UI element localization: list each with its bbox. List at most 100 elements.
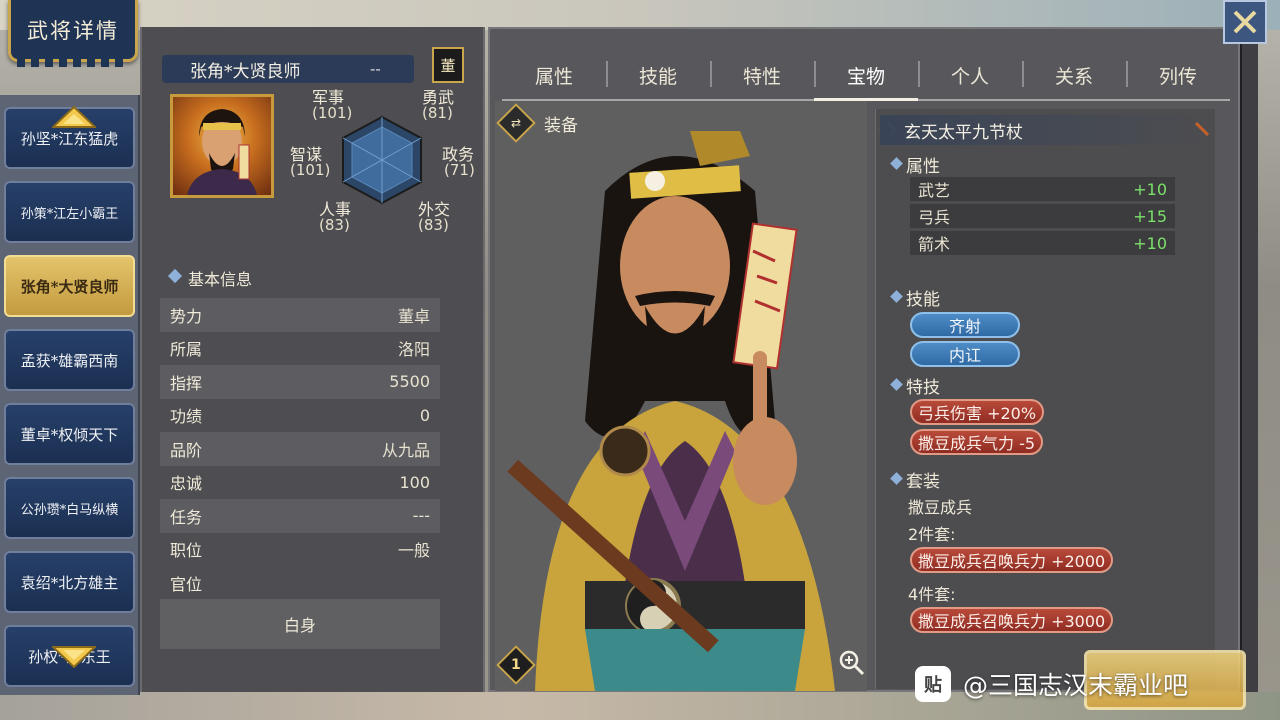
stat-intellect-value: (101) xyxy=(290,161,331,179)
info-row-label: 所属 xyxy=(170,340,203,360)
attr-value: +10 xyxy=(1133,233,1167,253)
faction-badge: 董 xyxy=(432,47,464,83)
roster-item-meng-huo[interactable]: 孟获*雄霸西南 xyxy=(4,329,135,391)
attr-row-martial: 武艺 +10 xyxy=(910,177,1175,201)
attr-label: 弓兵 xyxy=(918,208,951,227)
info-row-value: 洛阳 xyxy=(397,340,430,360)
brush-icon xyxy=(1194,121,1210,137)
special-pill-summon-morale[interactable]: 撒豆成兵气力 -5 xyxy=(910,429,1044,455)
section-diamond-icon xyxy=(167,268,183,284)
tab-personal[interactable]: 个人 xyxy=(918,51,1022,99)
general-portrait-thumbnail xyxy=(170,94,274,198)
roster-item-label: 张角*大贤良师 xyxy=(20,277,119,296)
attr-label: 武艺 xyxy=(918,181,951,200)
roster-item-yuan-shao[interactable]: 袁绍*北方雄主 xyxy=(4,551,135,613)
watermark-logo-icon: 贴 xyxy=(915,666,951,702)
stat-personnel-value: (83) xyxy=(319,216,350,234)
arrow-down-icon[interactable] xyxy=(52,646,96,668)
equipment-title: 装备 xyxy=(544,115,578,136)
portrait-figure xyxy=(187,109,257,195)
banner-fringe xyxy=(17,59,129,67)
set-diamond-icon xyxy=(890,472,903,485)
skills-diamond-icon xyxy=(890,290,903,303)
roster-item-dong-zhuo[interactable]: 董卓*权倾天下 xyxy=(4,403,135,465)
roster-item-zhang-jiao[interactable]: 张角*大贤良师 xyxy=(4,255,135,317)
info-row-label: 势力 xyxy=(170,306,203,326)
skill-pill-volley[interactable]: 齐射 xyxy=(910,312,1020,338)
general-title-dashes: -- xyxy=(370,60,381,78)
info-row-value: 5500 xyxy=(389,372,430,392)
set-4-bonus[interactable]: 撒豆成兵召唤兵力 +3000 xyxy=(910,607,1114,633)
zoom-icon[interactable] xyxy=(838,649,866,677)
roster-item-gongsun-zan[interactable]: 公孙瓒*白马纵横 xyxy=(4,477,135,539)
info-row-city: 所属 洛阳 xyxy=(160,332,440,366)
roster-item-label: 袁绍*北方雄主 xyxy=(20,573,119,592)
general-portrait-art xyxy=(495,101,867,691)
info-row-value: --- xyxy=(412,506,430,526)
equipment-header: ⇄ 装备 xyxy=(490,103,578,143)
info-row-label: 职位 xyxy=(170,541,203,561)
general-name: 张角*大贤良师 xyxy=(190,61,301,82)
treasure-name: 玄天太平九节杖 xyxy=(880,115,1210,145)
tab-treasure[interactable]: 宝物 xyxy=(814,51,918,101)
attr-row-archery: 箭术 +10 xyxy=(910,231,1175,255)
stat-diplomacy-value: (83) xyxy=(418,216,449,234)
info-row-loyalty: 忠诚 100 xyxy=(160,466,440,500)
treasure-specials-title: 特技 xyxy=(906,378,940,398)
page-title: 武将详情 xyxy=(27,18,119,43)
info-row-office: 官位 xyxy=(160,566,440,600)
tab-relations[interactable]: 关系 xyxy=(1022,51,1126,99)
general-roster: 孙坚*江东猛虎 孙策*江左小霸王 张角*大贤良师 孟获*雄霸西南 董卓*权倾天下… xyxy=(0,95,140,695)
stat-politics-value: (71) xyxy=(444,161,475,179)
background-sky xyxy=(0,0,1280,30)
attr-value: +10 xyxy=(1133,179,1167,199)
detail-main-panel: 属性 技能 特性 宝物 个人 关系 列传 ⇄ 装备 1 玄天太平九节杖 属性 武… xyxy=(488,27,1240,692)
arrow-up-icon[interactable] xyxy=(52,106,96,128)
swap-icon[interactable]: ⇄ xyxy=(496,103,536,143)
treasure-skills-title: 技能 xyxy=(906,290,940,310)
attr-value: +15 xyxy=(1133,206,1167,226)
attributes-diamond-icon xyxy=(890,157,903,170)
info-row-position: 职位 一般 xyxy=(160,533,440,567)
office-rank-box: 白身 xyxy=(160,599,440,649)
roster-item-label: 孙策*江左小霸王 xyxy=(20,206,119,222)
info-row-merit: 功绩 0 xyxy=(160,399,440,433)
stat-military-value: (101) xyxy=(312,104,353,122)
info-row-label: 品阶 xyxy=(170,440,203,460)
set-2-bonus[interactable]: 撒豆成兵召唤兵力 +2000 xyxy=(910,547,1114,573)
info-row-label: 任务 xyxy=(170,507,203,527)
info-row-value: 100 xyxy=(399,472,430,492)
info-row-command: 指挥 5500 xyxy=(160,365,440,399)
info-row-label: 忠诚 xyxy=(170,474,203,494)
tab-skills[interactable]: 技能 xyxy=(606,51,710,99)
info-row-label: 功绩 xyxy=(170,407,203,427)
treasure-detail: 玄天太平九节杖 属性 武艺 +10 弓兵 +15 箭术 +10 技能 齐射 内讧 特技… xyxy=(875,109,1215,689)
treasure-set-title: 套装 xyxy=(906,472,940,492)
tab-traits[interactable]: 特性 xyxy=(710,51,814,99)
roster-item-label: 公孙瓒*白马纵横 xyxy=(20,502,119,518)
tab-attributes[interactable]: 属性 xyxy=(502,51,606,99)
set-4-label: 4件套: xyxy=(908,585,956,604)
panel-right-edge xyxy=(1240,27,1258,692)
roster-item-label: 孟获*雄霸西南 xyxy=(20,351,119,370)
info-row-faction: 势力 董卓 xyxy=(160,298,440,332)
skill-pill-infighting[interactable]: 内讧 xyxy=(910,341,1020,367)
basic-info-table: 势力 董卓 所属 洛阳 指挥 5500 功绩 0 品阶 从九品 忠诚 100 任务 --- 职… xyxy=(160,298,440,600)
info-row-value: 董卓 xyxy=(397,306,430,326)
info-row-task: 任务 --- xyxy=(160,499,440,533)
attr-label: 箭术 xyxy=(918,235,951,254)
info-row-label: 指挥 xyxy=(170,373,203,393)
tab-biography[interactable]: 列传 xyxy=(1126,51,1230,99)
set-name: 撒豆成兵 xyxy=(908,498,973,517)
info-row-value: 一般 xyxy=(397,541,430,561)
info-row-value: 从九品 xyxy=(381,440,430,460)
specials-diamond-icon xyxy=(890,378,903,391)
special-pill-archer-damage[interactable]: 弓兵伤害 +20% xyxy=(910,399,1045,425)
watermark: 贴 @三国志汉末霸业吧 xyxy=(915,666,1188,702)
close-button[interactable] xyxy=(1223,0,1267,44)
portrait-illustration xyxy=(495,101,867,691)
roster-item-sun-ce[interactable]: 孙策*江左小霸王 xyxy=(4,181,135,243)
set-2-label: 2件套: xyxy=(908,525,956,544)
treasure-level: 1 xyxy=(511,657,521,673)
roster-item-label: 董卓*权倾天下 xyxy=(20,425,119,444)
